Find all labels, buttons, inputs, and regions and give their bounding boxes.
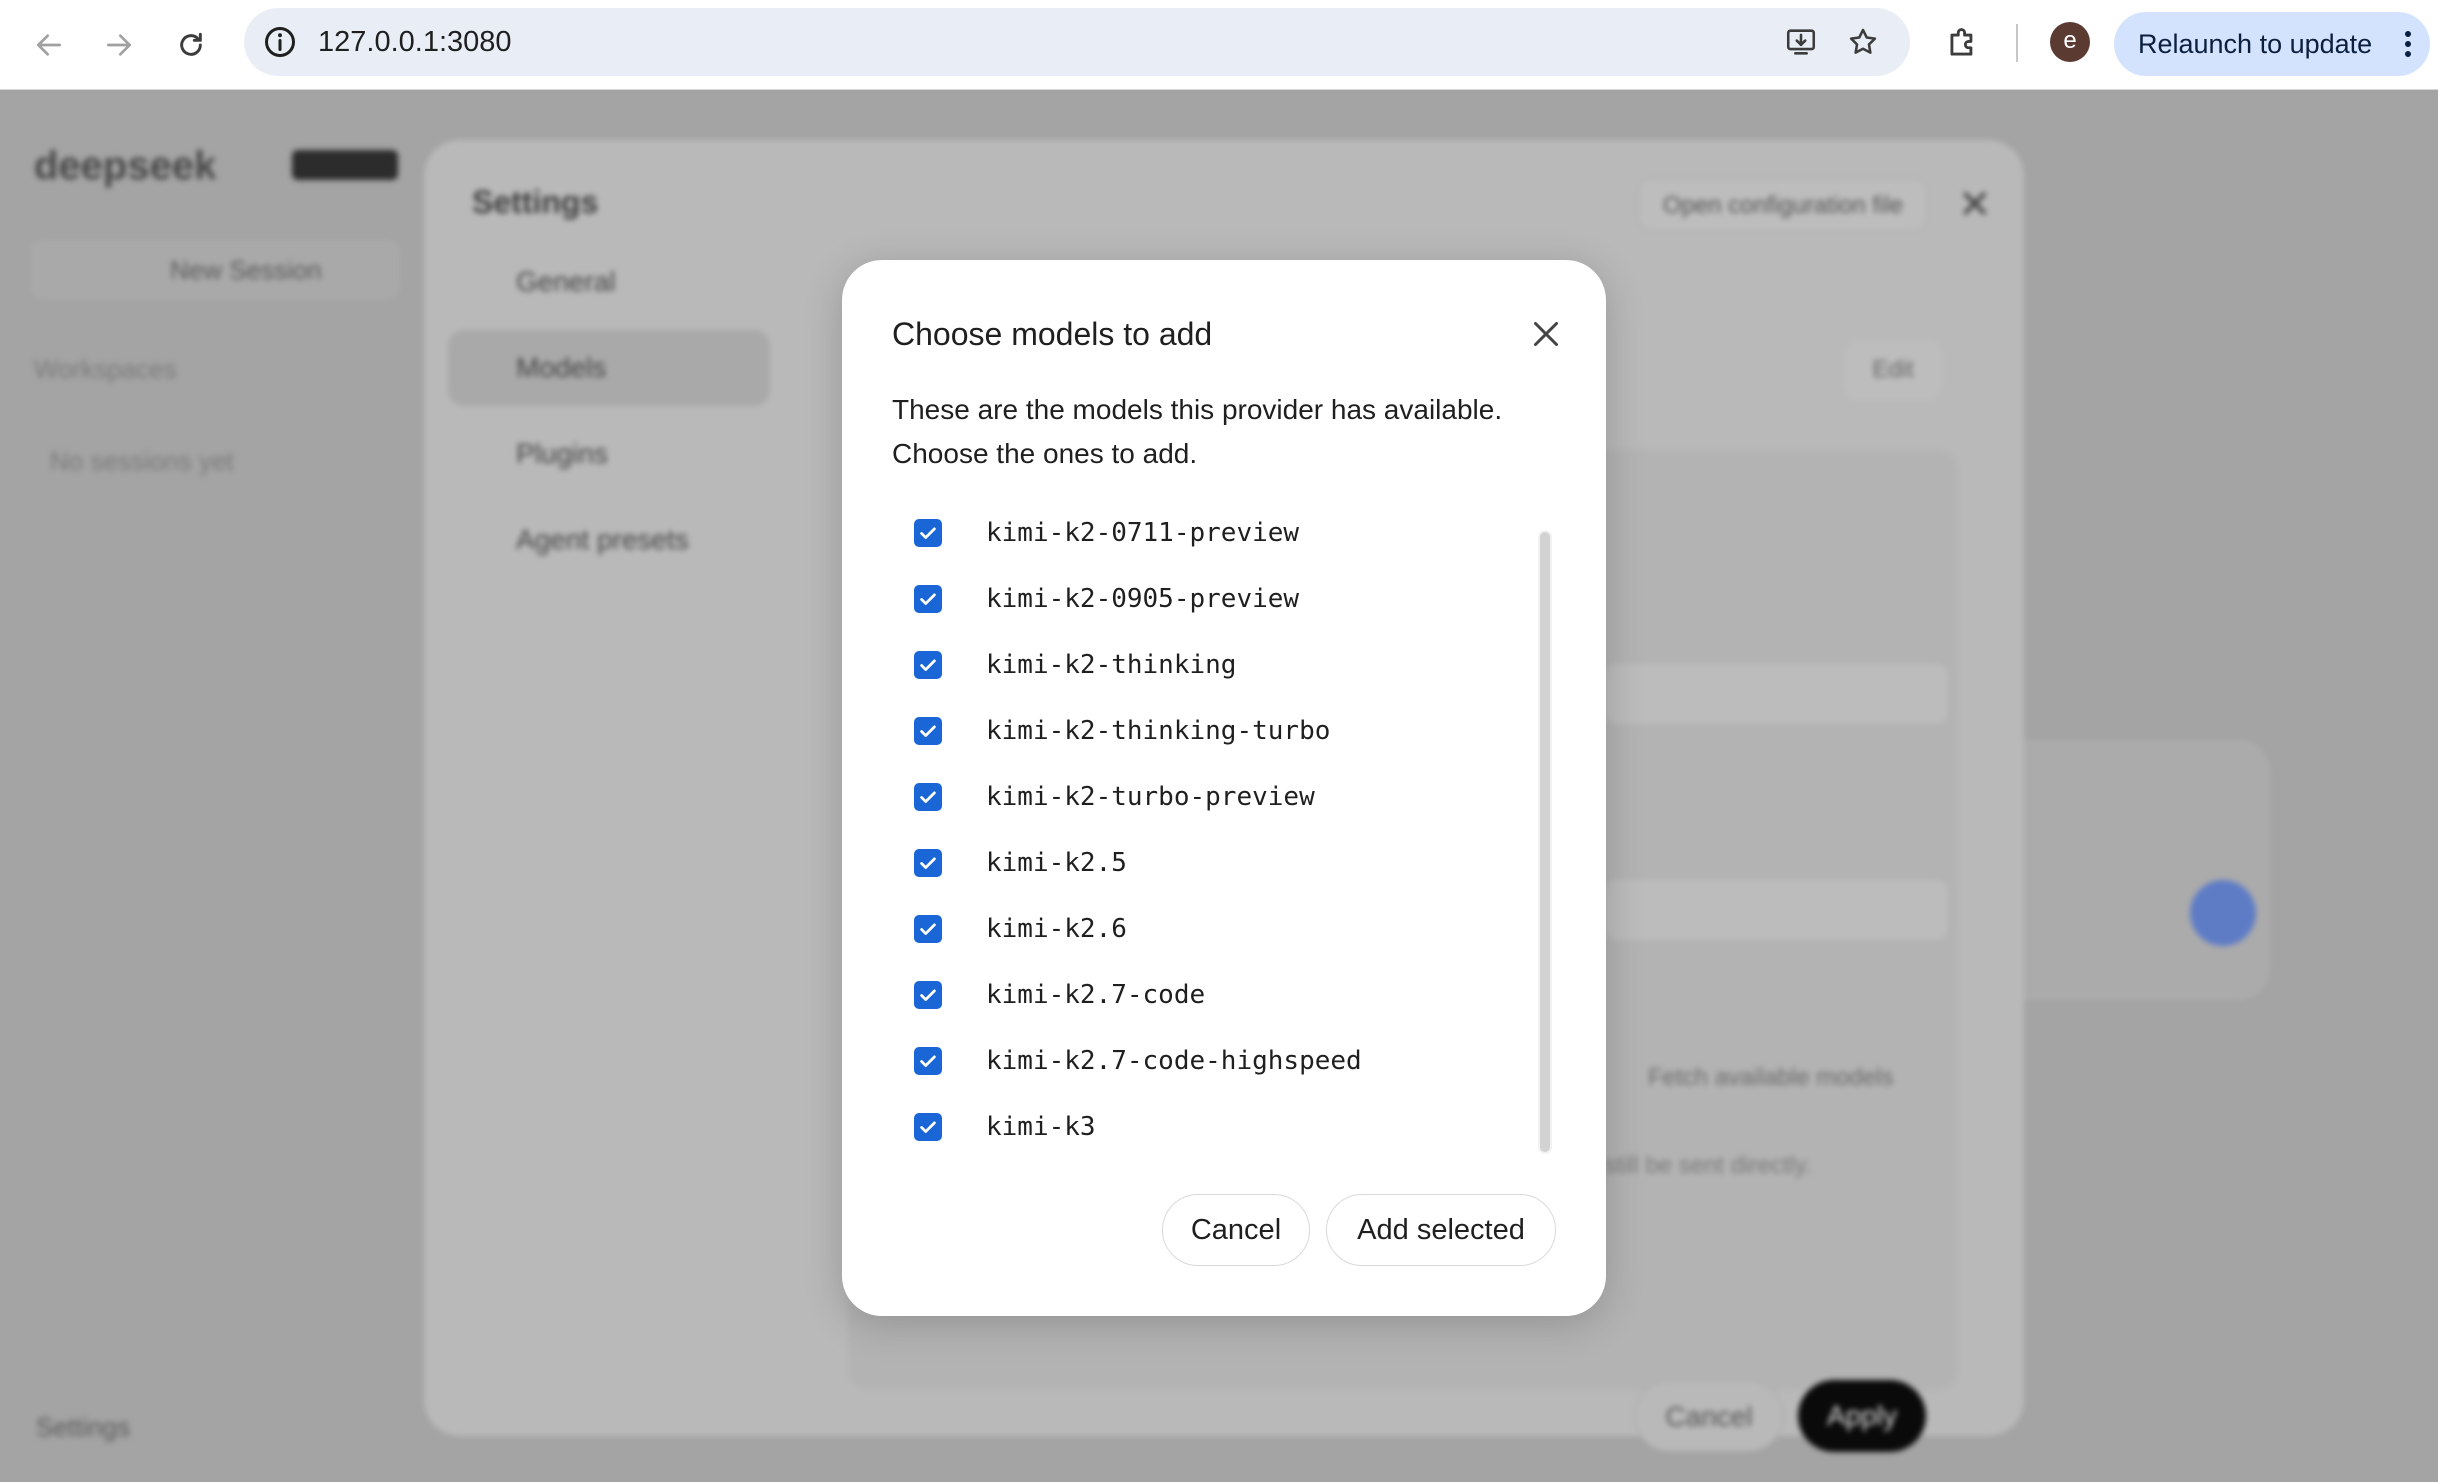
model-list: kimi-k2-0711-preview kimi-k2-0905-previe… — [914, 500, 1474, 1160]
model-checkbox[interactable] — [914, 717, 942, 745]
settings-nav-plugins: Plugins — [448, 416, 770, 492]
settings-nav-label: Models — [516, 352, 607, 383]
checkmark-icon — [920, 857, 936, 869]
choose-models-dialog: Choose models to add These are the model… — [842, 260, 1606, 1316]
app-logo: deepseek — [34, 144, 217, 188]
model-checkbox[interactable] — [914, 783, 942, 811]
settings-nav-label: Agent presets — [516, 524, 689, 555]
model-option[interactable]: kimi-k2.7-code — [914, 962, 1474, 1028]
provider-field — [1604, 664, 1948, 724]
dialog-title: Choose models to add — [892, 316, 1213, 352]
settings-close-icon: ✕ — [1958, 183, 1992, 227]
model-checkbox[interactable] — [914, 519, 942, 547]
model-checkbox[interactable] — [914, 981, 942, 1009]
model-name: kimi-k2.6 — [986, 914, 1127, 944]
checkmark-icon — [920, 1121, 936, 1133]
model-name: kimi-k2-0905-preview — [986, 584, 1300, 614]
reload-button[interactable] — [164, 18, 218, 72]
relaunch-button[interactable]: Relaunch to update — [2114, 12, 2430, 76]
model-option[interactable]: kimi-k3 — [914, 1094, 1474, 1160]
model-option[interactable]: kimi-k2-0905-preview — [914, 566, 1474, 632]
more-vert-icon — [2405, 31, 2411, 57]
checkmark-icon — [920, 989, 936, 1001]
checkmark-icon — [920, 923, 936, 935]
forward-button[interactable] — [92, 18, 146, 72]
settings-nav-agent-presets: Agent presets — [448, 502, 770, 578]
model-name: kimi-k2-0711-preview — [986, 518, 1300, 548]
extensions-puzzle-icon[interactable] — [1944, 24, 1982, 62]
model-checkbox[interactable] — [914, 1047, 942, 1075]
dialog-description: These are the models this provider has a… — [892, 394, 1503, 469]
url-text[interactable]: 127.0.0.1:3080 — [318, 8, 512, 76]
cancel-button[interactable]: Cancel — [1162, 1194, 1310, 1266]
back-arrow-icon — [37, 34, 61, 56]
settings-cancel-button: Cancel — [1634, 1380, 1784, 1452]
checkmark-icon — [920, 659, 936, 671]
model-name: kimi-k2.7-code-highspeed — [986, 1046, 1362, 1076]
toolbar-separator — [2016, 24, 2018, 62]
app-version-badge — [292, 150, 398, 180]
checkmark-icon — [920, 791, 936, 803]
browser-toolbar: 127.0.0.1:3080 e Relaunch to update — [0, 0, 2438, 90]
open-config-button: Open configuration file — [1638, 178, 1928, 232]
checkmark-icon — [920, 725, 936, 737]
settings-nav-label: Plugins — [516, 438, 608, 469]
sidebar-settings-link: Settings — [36, 1412, 130, 1442]
model-name: kimi-k2.7-code — [986, 980, 1206, 1010]
forward-arrow-icon — [107, 34, 131, 56]
install-app-icon[interactable] — [1784, 25, 1818, 59]
model-option[interactable]: kimi-k2-thinking — [914, 632, 1474, 698]
checkmark-icon — [920, 527, 936, 539]
model-checkbox[interactable] — [914, 849, 942, 877]
back-button[interactable] — [22, 18, 76, 72]
settings-nav-label: General — [516, 266, 616, 297]
model-option[interactable]: kimi-k2.5 — [914, 830, 1474, 896]
fetch-models-link: Fetch available models — [1648, 1064, 1894, 1091]
new-session-button: New Session — [30, 240, 400, 300]
add-selected-button[interactable]: Add selected — [1326, 1194, 1556, 1266]
send-button — [2190, 880, 2256, 946]
settings-nav-models: Models — [448, 330, 770, 406]
model-name: kimi-k3 — [986, 1112, 1096, 1142]
profile-avatar[interactable]: e — [2050, 22, 2090, 62]
model-checkbox[interactable] — [914, 651, 942, 679]
reload-icon — [180, 32, 202, 56]
address-bar[interactable]: 127.0.0.1:3080 — [244, 8, 1910, 76]
relaunch-label: Relaunch to update — [2138, 29, 2373, 59]
model-checkbox[interactable] — [914, 585, 942, 613]
model-name: kimi-k2-thinking — [986, 650, 1237, 680]
model-list-scrollbar-thumb[interactable] — [1540, 532, 1550, 1152]
model-option[interactable]: kimi-k2.7-code-highspeed — [914, 1028, 1474, 1094]
model-option[interactable]: kimi-k2-0711-preview — [914, 500, 1474, 566]
model-option[interactable]: kimi-k2-turbo-preview — [914, 764, 1474, 830]
close-icon[interactable] — [1528, 316, 1564, 352]
model-checkbox[interactable] — [914, 1113, 942, 1141]
model-option[interactable]: kimi-k2-thinking-turbo — [914, 698, 1474, 764]
settings-apply-button: Apply — [1798, 1380, 1926, 1452]
settings-title: Settings — [472, 184, 599, 220]
model-checkbox[interactable] — [914, 915, 942, 943]
model-name: kimi-k2.5 — [986, 848, 1127, 878]
provider-field — [1604, 880, 1948, 940]
no-sessions-text: No sessions yet — [50, 446, 234, 476]
checkmark-icon — [920, 593, 936, 605]
model-option[interactable]: kimi-k2.6 — [914, 896, 1474, 962]
checkmark-icon — [920, 1055, 936, 1067]
model-name: kimi-k2-thinking-turbo — [986, 716, 1331, 746]
model-name: kimi-k2-turbo-preview — [986, 782, 1315, 812]
site-info-icon[interactable] — [262, 24, 298, 60]
workspaces-heading: Workspaces — [34, 354, 177, 384]
settings-note: still be sent directly. — [1604, 1152, 1812, 1179]
edit-provider-button: Edit — [1844, 340, 1942, 400]
bookmark-star-icon[interactable] — [1846, 25, 1880, 59]
settings-nav-general: General — [448, 244, 770, 320]
